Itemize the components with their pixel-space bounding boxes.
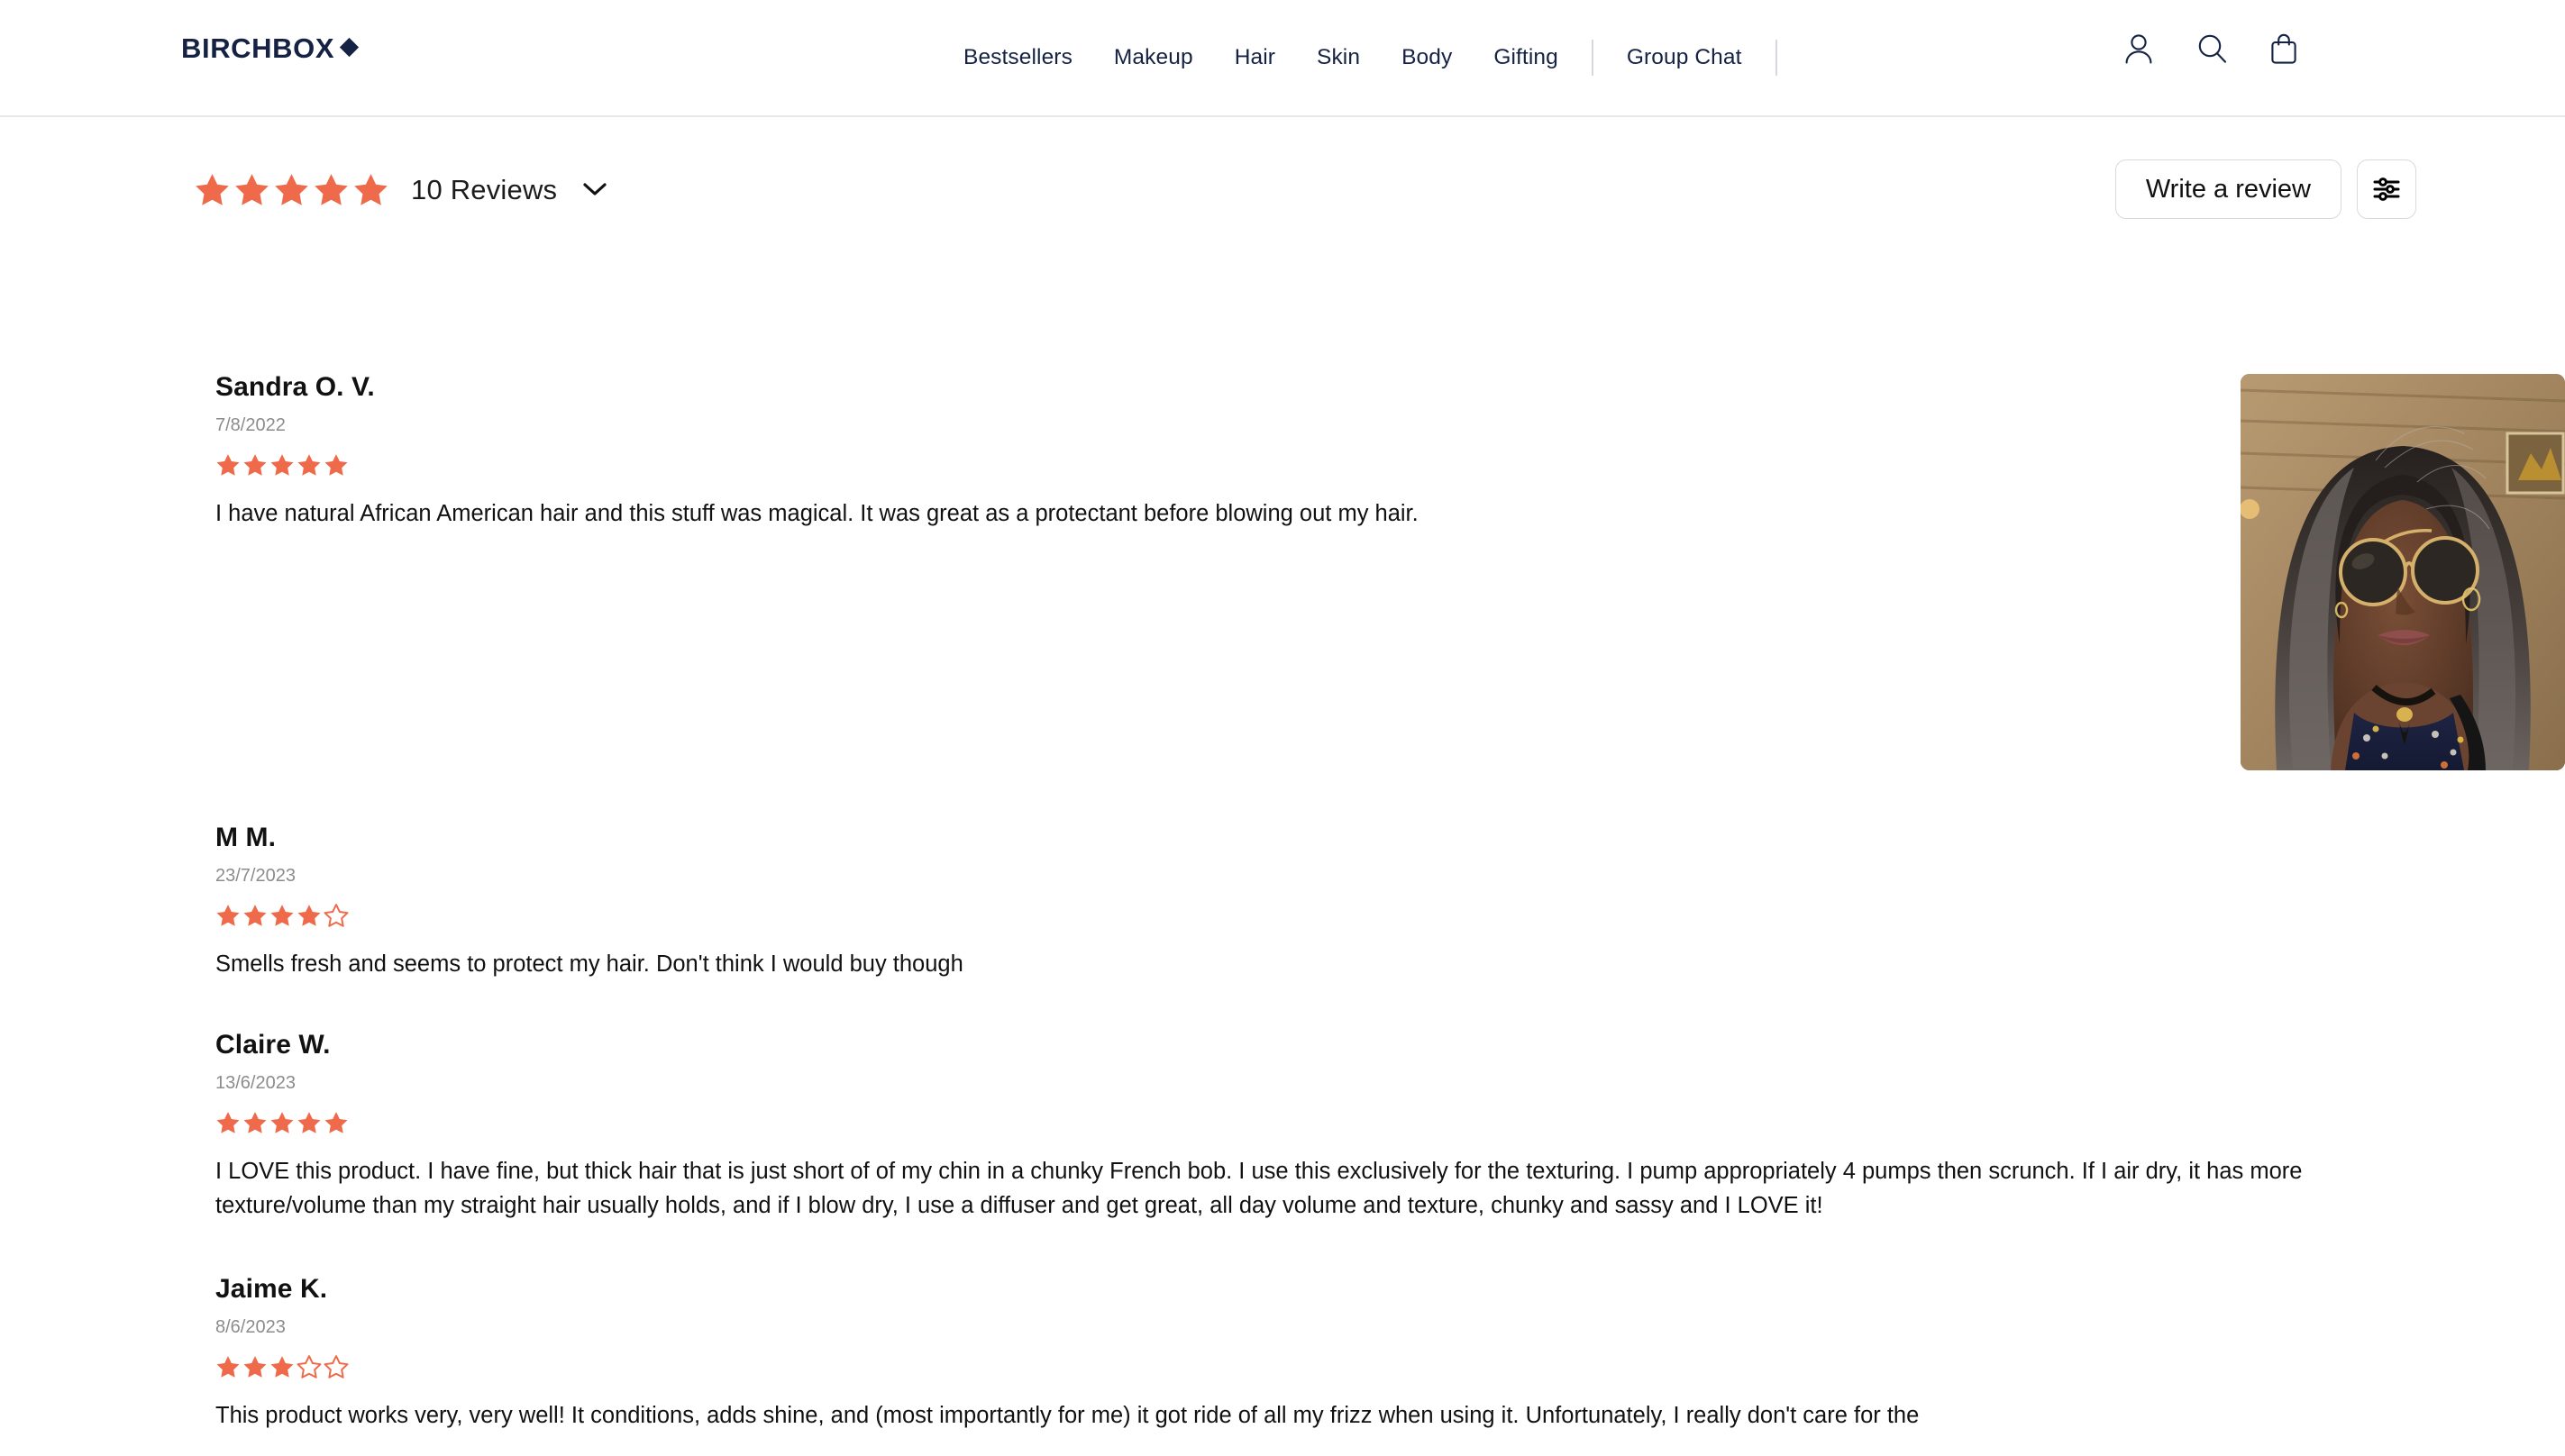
review-item: Sandra O. V. 7/8/2022 I have natural Afr… — [0, 374, 2565, 824]
chevron-down-icon[interactable] — [582, 181, 607, 197]
review-text: Smells fresh and seems to protect my hai… — [215, 951, 963, 977]
review-item: M M. 23/7/2023 Smells fresh and seems to… — [0, 824, 2565, 981]
review-rating-stars — [215, 1110, 2349, 1135]
main-navigation: Bestsellers Makeup Hair Skin Body Giftin… — [943, 40, 1790, 76]
reviews-actions: Write a review — [2114, 156, 2416, 223]
site-header: BIRCHBOX Bestsellers Makeup Hair Skin Bo… — [0, 0, 2565, 117]
nav-item-makeup[interactable]: Makeup — [1093, 46, 1214, 69]
star-filled-icon — [270, 1112, 294, 1133]
star-filled-icon — [243, 905, 267, 926]
star-filled-icon — [235, 173, 269, 205]
diamond-icon — [340, 37, 360, 58]
review-rating-stars — [215, 903, 2349, 928]
review-date: 13/6/2023 — [215, 1073, 296, 1093]
average-rating-stars — [194, 171, 389, 208]
star-filled-icon — [243, 454, 267, 476]
star-empty-icon — [297, 1355, 322, 1379]
star-filled-icon — [324, 1112, 348, 1133]
star-filled-icon — [297, 454, 321, 476]
star-filled-icon — [315, 173, 348, 205]
star-filled-icon — [275, 173, 308, 205]
reviews-count-label: 10 Reviews — [411, 173, 558, 205]
review-rating-stars — [215, 452, 2349, 478]
reviews-summary-toggle[interactable]: 10 Reviews — [194, 156, 607, 223]
header-icon-group — [2123, 32, 2298, 65]
star-empty-icon — [324, 904, 349, 927]
star-filled-icon — [216, 1356, 240, 1378]
star-filled-icon — [354, 173, 388, 205]
reviewer-name: Claire W. — [215, 1030, 331, 1060]
star-filled-icon — [216, 905, 240, 926]
review-photo[interactable] — [2241, 374, 2565, 770]
reviewer-name: Jaime K. — [215, 1274, 328, 1304]
write-review-button[interactable]: Write a review — [2114, 159, 2341, 219]
nav-item-hair[interactable]: Hair — [1214, 46, 1296, 69]
nav-item-body[interactable]: Body — [1381, 46, 1473, 69]
reviewer-name: M M. — [215, 823, 277, 852]
star-filled-icon — [297, 905, 321, 926]
review-rating-stars — [215, 1354, 2349, 1379]
nav-divider — [1775, 40, 1777, 76]
star-filled-icon — [216, 1112, 240, 1133]
star-filled-icon — [297, 1112, 321, 1133]
review-text: This product works very, very well! It c… — [215, 1403, 1920, 1428]
review-date: 7/8/2022 — [215, 415, 286, 435]
review-date: 23/7/2023 — [215, 866, 296, 886]
star-filled-icon — [243, 1356, 267, 1378]
review-text: I LOVE this product. I have fine, but th… — [215, 1159, 2303, 1218]
star-filled-icon — [216, 454, 240, 476]
star-empty-icon — [324, 1355, 349, 1379]
reviewer-name: Sandra O. V. — [215, 372, 375, 402]
nav-divider — [1591, 40, 1593, 76]
reviews-toolbar: 10 Reviews Write a review — [0, 156, 2565, 223]
star-filled-icon — [196, 173, 229, 205]
brand-wordmark: BIRCHBOX — [181, 32, 335, 64]
star-filled-icon — [243, 1112, 267, 1133]
review-text: I have natural African American hair and… — [215, 501, 1419, 526]
star-filled-icon — [270, 454, 294, 476]
star-filled-icon — [270, 905, 294, 926]
nav-item-bestsellers[interactable]: Bestsellers — [943, 46, 1093, 69]
nav-item-group-chat[interactable]: Group Chat — [1606, 46, 1763, 69]
review-item: Claire W. 13/6/2023 I LOVE this product.… — [0, 1032, 2565, 1223]
nav-item-gifting[interactable]: Gifting — [1473, 46, 1579, 69]
shopping-bag-icon[interactable] — [2269, 32, 2298, 65]
review-list: Sandra O. V. 7/8/2022 I have natural Afr… — [0, 374, 2565, 1456]
account-icon[interactable] — [2123, 32, 2154, 65]
nav-item-skin[interactable]: Skin — [1296, 46, 1381, 69]
star-filled-icon — [324, 454, 348, 476]
filter-reviews-button[interactable] — [2357, 159, 2416, 219]
search-icon[interactable] — [2196, 32, 2227, 65]
review-date: 8/6/2023 — [215, 1317, 286, 1337]
brand-logo[interactable]: BIRCHBOX — [181, 32, 360, 64]
review-item: Jaime K. 8/6/2023 This product works ver… — [0, 1276, 2565, 1433]
star-filled-icon — [270, 1356, 294, 1378]
